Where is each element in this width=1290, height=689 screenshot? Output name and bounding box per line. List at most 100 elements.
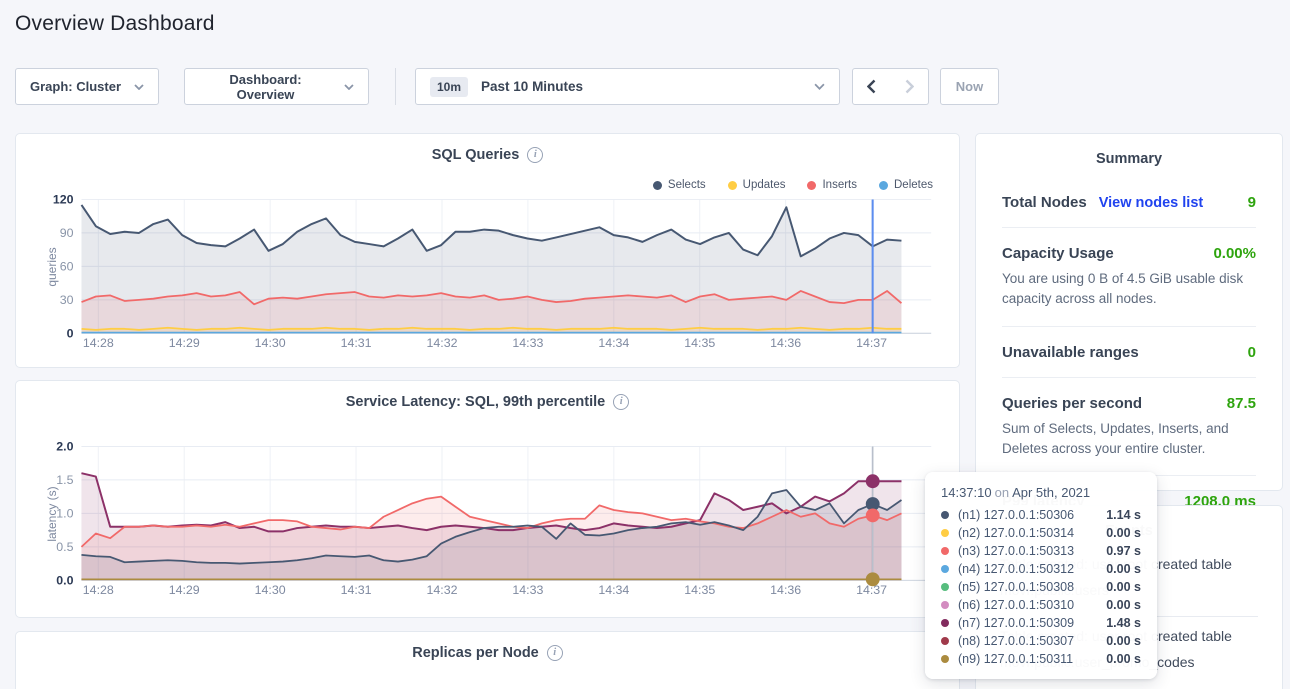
graph-dropdown[interactable]: Graph: Cluster bbox=[15, 68, 159, 105]
summary-row-value: 87.5 bbox=[1227, 395, 1256, 412]
tooltip-node-row: (n6) 127.0.0.1:50310 0.00 s bbox=[941, 596, 1141, 614]
summary-row: Unavailable ranges 0 bbox=[1002, 327, 1256, 378]
tooltip-node-value: 0.97 s bbox=[1106, 542, 1141, 560]
summary-row: Capacity Usage 0.00% You are using 0 B of … bbox=[1002, 228, 1256, 327]
summary-row-value: 0 bbox=[1248, 344, 1256, 361]
tooltip-node-value: 0.00 s bbox=[1106, 632, 1141, 650]
node-color-dot-icon bbox=[941, 601, 949, 609]
tooltip-node-value: 1.14 s bbox=[1106, 506, 1141, 524]
tooltip-rows: (n1) 127.0.0.1:503061.14 s(n2) 127.0.0.1… bbox=[941, 506, 1141, 668]
svg-text:14:32: 14:32 bbox=[427, 336, 458, 350]
service-latency-panel: Service Latency: SQL, 99th percentile i … bbox=[15, 380, 960, 618]
chevron-left-icon bbox=[867, 79, 876, 94]
time-range-badge: 10m bbox=[430, 77, 468, 97]
summary-row-value: 0.00% bbox=[1213, 245, 1256, 262]
svg-text:120: 120 bbox=[53, 193, 74, 207]
svg-text:14:30: 14:30 bbox=[255, 583, 286, 597]
tooltip-node-value: 0.00 s bbox=[1106, 578, 1141, 596]
tooltip-node-value: 0.00 s bbox=[1106, 560, 1141, 578]
summary-row-subtext: You are using 0 B of 4.5 GiB usable disk… bbox=[1002, 269, 1256, 310]
svg-text:14:34: 14:34 bbox=[598, 336, 629, 350]
node-color-dot-icon bbox=[941, 619, 949, 627]
svg-text:0.5: 0.5 bbox=[56, 540, 73, 554]
replicas-title-row: Replicas per Node i bbox=[16, 645, 959, 661]
svg-text:14:37: 14:37 bbox=[856, 336, 887, 350]
summary-row-label: Total Nodes bbox=[1002, 194, 1087, 211]
svg-text:60: 60 bbox=[60, 260, 74, 274]
time-range-dropdown[interactable]: 10m Past 10 Minutes bbox=[415, 68, 840, 105]
tooltip-node-row: (n7) 127.0.0.1:50309 1.48 s bbox=[941, 614, 1141, 632]
tooltip-node-value: 0.00 s bbox=[1106, 596, 1141, 614]
svg-text:14:36: 14:36 bbox=[770, 336, 801, 350]
replicas-title: Replicas per Node bbox=[412, 645, 539, 661]
tooltip-node-label: (n7) 127.0.0.1:50309 bbox=[958, 614, 1074, 632]
summary-row: Queries per second 87.5 Sum of Selects, Up… bbox=[1002, 378, 1256, 477]
tooltip-node-label: (n5) 127.0.0.1:50308 bbox=[958, 578, 1074, 596]
tooltip-node-label: (n1) 127.0.0.1:50306 bbox=[958, 506, 1074, 524]
tooltip-node-label: (n6) 127.0.0.1:50310 bbox=[958, 596, 1074, 614]
svg-text:2.0: 2.0 bbox=[56, 440, 73, 454]
tooltip-conjunction: on bbox=[995, 485, 1009, 500]
svg-text:90: 90 bbox=[60, 226, 74, 240]
graph-dropdown-label: Graph: Cluster bbox=[30, 79, 121, 94]
chevron-down-icon bbox=[134, 84, 144, 90]
svg-text:0: 0 bbox=[67, 326, 74, 340]
summary-row-label: Queries per second bbox=[1002, 395, 1142, 412]
summary-row-label: Capacity Usage bbox=[1002, 245, 1114, 262]
tooltip-node-value: 1.48 s bbox=[1106, 614, 1141, 632]
now-button[interactable]: Now bbox=[940, 68, 999, 105]
svg-text:14:31: 14:31 bbox=[341, 336, 372, 350]
svg-text:14:28: 14:28 bbox=[83, 583, 114, 597]
tooltip-node-label: (n4) 127.0.0.1:50312 bbox=[958, 560, 1074, 578]
summary-title: Summary bbox=[976, 134, 1282, 167]
svg-text:14:29: 14:29 bbox=[169, 583, 200, 597]
sql-queries-panel: SQL Queries i SelectsUpdatesInsertsDelet… bbox=[15, 133, 960, 368]
node-color-dot-icon bbox=[941, 529, 949, 537]
svg-text:14:28: 14:28 bbox=[83, 336, 114, 350]
dashboard-dropdown-label: Dashboard: Overview bbox=[199, 72, 332, 102]
page-title: Overview Dashboard bbox=[15, 12, 215, 36]
tooltip-node-value: 0.00 s bbox=[1106, 650, 1141, 668]
summary-row-subtext: Sum of Selects, Updates, Inserts, and De… bbox=[1002, 419, 1256, 460]
chart-hover-tooltip: 14:37:10onApr 5th, 2021 (n1) 127.0.0.1:5… bbox=[925, 472, 1157, 679]
dashboard-dropdown[interactable]: Dashboard: Overview bbox=[184, 68, 369, 105]
svg-text:14:34: 14:34 bbox=[598, 583, 629, 597]
time-range-label: Past 10 Minutes bbox=[481, 79, 583, 94]
toolbar-divider bbox=[395, 68, 396, 105]
tooltip-node-label: (n3) 127.0.0.1:50313 bbox=[958, 542, 1074, 560]
overview-dashboard-page: Overview Dashboard Graph: Cluster Dashbo… bbox=[0, 0, 1290, 689]
svg-text:14:31: 14:31 bbox=[341, 583, 372, 597]
tooltip-node-row: (n8) 127.0.0.1:503070.00 s bbox=[941, 632, 1141, 650]
time-next-button[interactable] bbox=[890, 68, 929, 105]
node-color-dot-icon bbox=[941, 547, 949, 555]
node-color-dot-icon bbox=[941, 565, 949, 573]
chevron-right-icon bbox=[905, 79, 914, 94]
tooltip-timestamp: 14:37:10onApr 5th, 2021 bbox=[941, 485, 1141, 500]
replicas-per-node-panel: Replicas per Node i bbox=[15, 631, 960, 689]
svg-text:14:30: 14:30 bbox=[255, 336, 286, 350]
tooltip-date: Apr 5th, 2021 bbox=[1012, 485, 1090, 500]
service-latency-chart[interactable]: 14:2814:2914:3014:3114:3214:3314:3414:35… bbox=[16, 381, 959, 617]
chevron-down-icon bbox=[814, 83, 825, 90]
tooltip-node-row: (n4) 127.0.0.1:50312 0.00 s bbox=[941, 560, 1141, 578]
svg-text:14:32: 14:32 bbox=[427, 583, 458, 597]
svg-text:14:29: 14:29 bbox=[169, 336, 200, 350]
svg-text:0.0: 0.0 bbox=[56, 573, 73, 587]
time-prev-button[interactable] bbox=[852, 68, 891, 105]
svg-text:14:33: 14:33 bbox=[512, 583, 543, 597]
summary-panel: Summary Total NodesView nodes list9Capac… bbox=[975, 133, 1283, 491]
node-color-dot-icon bbox=[941, 583, 949, 591]
svg-text:14:35: 14:35 bbox=[684, 336, 715, 350]
svg-text:30: 30 bbox=[60, 293, 74, 307]
tooltip-node-value: 0.00 s bbox=[1106, 524, 1141, 542]
view-nodes-list-link[interactable]: View nodes list bbox=[1099, 195, 1204, 211]
tooltip-node-row: (n5) 127.0.0.1:50308 0.00 s bbox=[941, 578, 1141, 596]
chevron-down-icon bbox=[344, 84, 354, 90]
summary-row-label: Unavailable ranges bbox=[1002, 344, 1139, 361]
sql-queries-chart[interactable]: 14:2814:2914:3014:3114:3214:3314:3414:35… bbox=[16, 134, 959, 367]
tooltip-node-row: (n1) 127.0.0.1:50306 1.14 s bbox=[941, 506, 1141, 524]
svg-text:14:36: 14:36 bbox=[770, 583, 801, 597]
info-icon[interactable]: i bbox=[547, 645, 563, 661]
tooltip-node-label: (n9) 127.0.0.1:50311 bbox=[958, 650, 1073, 668]
svg-text:1.5: 1.5 bbox=[56, 473, 73, 487]
